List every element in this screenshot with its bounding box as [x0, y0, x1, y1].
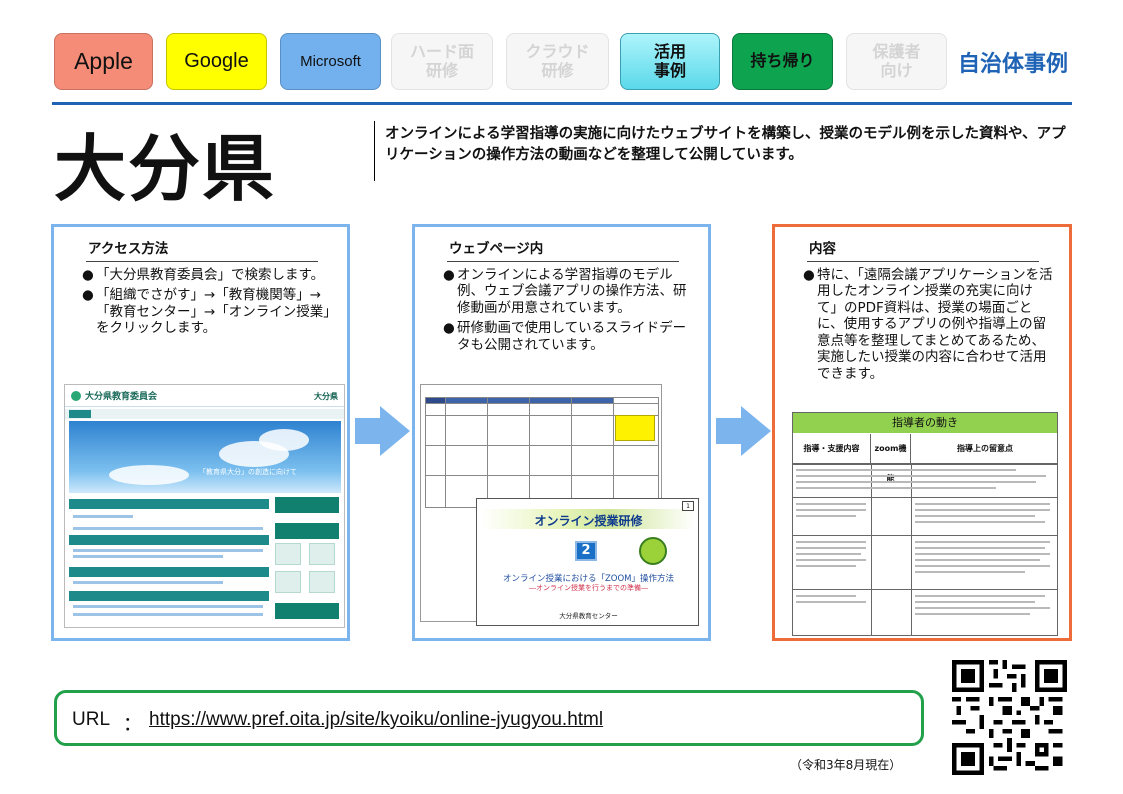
tab-usage-examples[interactable]: 活用 事例 [620, 33, 720, 90]
site-org-name: 大分県教育委員会 [85, 392, 158, 402]
qr-code-icon[interactable] [951, 660, 1068, 775]
tab-microsoft-label: Microsoft [300, 52, 361, 70]
panel-web-rule [447, 261, 679, 262]
site-right-logo: 大分県 [314, 392, 338, 401]
slide-subtitle-note: ―オンライン授業を行うまでの準備― [529, 584, 648, 592]
tab-hardware-training[interactable]: ハード面 研修 [391, 33, 493, 90]
panel-content-rule [807, 261, 1039, 262]
table-header-cell: 指導・支援内容 [793, 434, 871, 464]
tab-usage-examples-line2: 事例 [653, 60, 686, 80]
page-title: 大分県 [54, 127, 277, 211]
website-screenshot: 大分県教育委員会 大分県 「教育県大分」の創造に向けて [64, 384, 345, 628]
title-separator [374, 121, 375, 181]
site-hero-caption: 「教育県大分」の創造に向けて [199, 468, 297, 476]
tab-google[interactable]: Google [166, 33, 267, 90]
panel-web-heading: ウェブページ内 [449, 241, 544, 257]
tab-apple[interactable]: Apple [54, 33, 153, 90]
bullet-text: オンラインによる学習指導のモデル例、ウェブ会議アプリの操作方法、研修動画が用意さ… [457, 267, 687, 316]
url-label: URL [72, 709, 111, 730]
slide-organization: 大分県教育センター [559, 612, 618, 620]
list-item: ● オンラインによる学習指導のモデル例、ウェブ会議アプリの操作方法、研修動画が用意… [443, 267, 693, 316]
table-header-cell: 指導上の留意点 [911, 434, 1057, 464]
tab-hardware-training-line2: 研修 [425, 60, 458, 80]
list-item: ● 特に、「遠隔会議アプリケーションを活用したオンライン授業の充実に向けて」のPD… [803, 267, 1053, 382]
table-title: 指導者の動き [793, 413, 1057, 433]
panel-web-bullets: ● オンラインによる学習指導のモデル例、ウェブ会議アプリの操作方法、研修動画が用意… [443, 267, 693, 357]
slide-page-number: 1 [682, 501, 694, 511]
list-item: ● 「大分県教育委員会」で検索します。 [82, 267, 332, 283]
panel-access-heading: アクセス方法 [88, 241, 169, 257]
tab-cloud-training-line1: クラウド [525, 42, 590, 62]
bullet-dot: ● [803, 267, 815, 283]
panel-access-rule [86, 261, 318, 262]
tab-microsoft[interactable]: Microsoft [280, 33, 381, 90]
page-description: オンラインによる学習指導の実施に向けたウェブサイトを構築し、授業のモデル例を示し… [385, 126, 1066, 163]
tab-take-home[interactable]: 持ち帰り [732, 33, 833, 90]
panel-access-bullets: ● 「大分県教育委員会」で検索します。 ● 「組織でさがす」→「教育機関等」→「教育… [82, 267, 332, 341]
table-header-cell: zoom機能 [871, 434, 911, 483]
bullet-dot: ● [82, 287, 94, 304]
header-divider [52, 102, 1072, 105]
tab-for-guardians[interactable]: 保護者 向け [846, 33, 947, 90]
bullet-dot: ● [443, 267, 455, 283]
tab-take-home-label: 持ち帰り [750, 51, 815, 71]
list-item: ● 「組織でさがす」→「教育機関等」→「教育センター」→「オンライン授業」をクリッ… [82, 287, 332, 336]
site-hero-image: 「教育県大分」の創造に向けて [69, 421, 341, 493]
tab-hardware-training-line1: ハード面 [409, 42, 474, 62]
bullet-dot: ● [82, 267, 94, 283]
tab-cloud-training-line2: 研修 [541, 60, 574, 80]
tab-for-guardians-line1: 保護者 [872, 42, 921, 62]
tab-cloud-training[interactable]: クラウド 研修 [506, 33, 609, 90]
slide-title: オンライン授業研修 [534, 514, 643, 528]
bullet-text: 研修動画で使用しているスライドデータも公開されています。 [457, 320, 687, 353]
website-header: 大分県教育委員会 大分県 [65, 385, 344, 407]
site-logo-icon [71, 390, 81, 401]
slide-thumbnail: 1 オンライン授業研修 2 オンライン授業における「ZOOM」操作方法 ―オンラ… [476, 498, 699, 626]
url-colon: ： [123, 714, 143, 735]
url-link[interactable]: https://www.pref.oita.jp/site/kyoiku/onl… [149, 709, 603, 731]
bullet-text: 「組織でさがす」→「教育機関等」→「教育センター」→「オンライン授業」をクリック… [96, 287, 331, 337]
site-breadcrumb [65, 409, 344, 419]
list-item: ● 研修動画で使用しているスライドデータも公開されています。 [443, 320, 693, 353]
bullet-text: 特に、「遠隔会議アプリケーションを活用したオンライン授業の充実に向けて」のPDF… [817, 267, 1053, 382]
tab-for-guardians-line2: 向け [880, 60, 913, 80]
as-of-date: （令和3年8月現在） [790, 758, 902, 772]
mascot-icon [639, 537, 667, 565]
bullet-dot: ● [443, 320, 455, 337]
panel-content-bullets: ● 特に、「遠隔会議アプリケーションを活用したオンライン授業の充実に向けて」のPD… [803, 267, 1053, 386]
tab-usage-examples-line1: 活用 [653, 42, 686, 62]
guidance-table-thumbnail: 指導者の動き 指導・支援内容 zoom機能 指導上の留意点 [792, 412, 1058, 636]
section-label-municipal-cases: 自治体事例 [958, 52, 1069, 77]
slide-section-number: 2 [575, 541, 597, 561]
url-box: URL ： https://www.pref.oita.jp/site/kyoi… [54, 690, 924, 746]
bullet-text: 「大分県教育委員会」で検索します。 [96, 267, 325, 283]
tab-apple-label: Apple [74, 48, 133, 75]
panel-content-heading: 内容 [809, 241, 836, 257]
tab-google-label: Google [184, 50, 249, 72]
